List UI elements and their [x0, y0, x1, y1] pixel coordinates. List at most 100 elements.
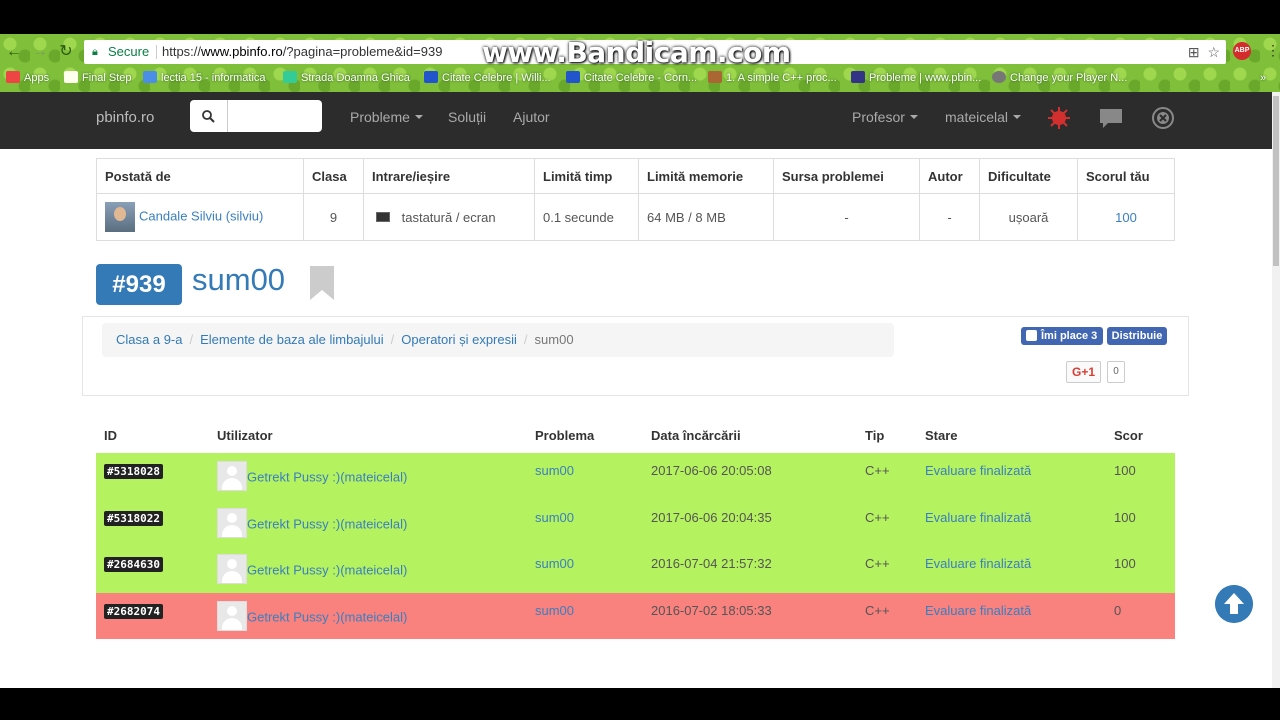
- problem-link[interactable]: sum00: [535, 510, 574, 525]
- bookmark-item[interactable]: lectia 15 - informatica: [143, 70, 266, 86]
- scrollbar-thumb[interactable]: [1273, 96, 1279, 266]
- secure-label: Secure: [108, 44, 150, 59]
- bookmarks-bar: Apps Final Step lectia 15 - informatica …: [0, 68, 1280, 88]
- bookmark-item[interactable]: Citate Celebre - Corn...: [566, 70, 697, 86]
- date-cell: 2016-07-04 21:57:32: [651, 556, 772, 571]
- scrollbar[interactable]: [1272, 92, 1280, 688]
- breadcrumb-link[interactable]: Elemente de baza ale limbajului: [200, 332, 384, 347]
- recording-watermark: www.Bandicam.com: [482, 36, 791, 69]
- user-cell: Getrekt Pussy :)(mateicelal): [209, 500, 527, 547]
- user-cell: Getrekt Pussy :)(mateicelal): [209, 453, 527, 500]
- id-cell: #5318028: [96, 453, 209, 500]
- difficulty-cell: ușoară: [979, 193, 1078, 241]
- nav-probleme[interactable]: Probleme: [350, 109, 423, 125]
- problem-link[interactable]: sum00: [535, 603, 574, 618]
- bookmark-item[interactable]: Final Step: [64, 70, 132, 86]
- bookmark-item[interactable]: 1. A simple C++ proc...: [708, 70, 837, 86]
- menu-icon[interactable]: ⋮: [1266, 42, 1280, 59]
- status-link[interactable]: Evaluare finalizată: [925, 556, 1031, 571]
- scroll-to-top-button[interactable]: [1215, 585, 1253, 623]
- problem-link[interactable]: sum00: [535, 463, 574, 478]
- table-row[interactable]: #5318028 Getrekt Pussy :)(mateicelal) su…: [96, 453, 1175, 500]
- table-row[interactable]: #2682074 Getrekt Pussy :)(mateicelal) su…: [96, 592, 1175, 639]
- header-cell: Problema: [535, 427, 595, 443]
- adblock-icon[interactable]: ABP: [1233, 42, 1251, 60]
- header-cell: ID: [104, 427, 117, 443]
- bookmark-icon[interactable]: [310, 266, 334, 300]
- google-plus-button[interactable]: G+1: [1066, 361, 1101, 383]
- problem-link[interactable]: sum00: [535, 556, 574, 571]
- status-link[interactable]: Evaluare finalizată: [925, 510, 1031, 525]
- problem-title: sum00: [192, 262, 286, 297]
- user-link[interactable]: Getrekt Pussy :)(mateicelal): [247, 563, 407, 578]
- submission-id-badge[interactable]: #5318028: [104, 464, 163, 479]
- bookmark-item[interactable]: Change your Player N...: [992, 70, 1127, 86]
- nav-ajutor[interactable]: Ajutor: [513, 109, 550, 125]
- chat-icon[interactable]: [1099, 106, 1123, 130]
- header-cell: Dificultate: [979, 158, 1078, 194]
- more-bookmarks-icon[interactable]: »: [1260, 70, 1266, 86]
- user-cell: Getrekt Pussy :)(mateicelal): [209, 546, 527, 593]
- map-icon: [283, 71, 297, 83]
- bookmark-item[interactable]: Strada Doamna Ghica: [283, 70, 410, 86]
- site-icon: [708, 71, 722, 83]
- translate-icon[interactable]: ⊞: [1188, 44, 1200, 60]
- bookmark-item[interactable]: Probleme | www.pbin...: [851, 70, 981, 86]
- forward-icon[interactable]: →: [30, 42, 50, 62]
- type-cell: C++: [865, 463, 890, 478]
- author-cell: -: [919, 193, 980, 241]
- user-link[interactable]: Getrekt Pussy :)(mateicelal): [247, 516, 407, 531]
- quote-icon: [566, 71, 580, 83]
- facebook-like-button[interactable]: Îmi place 3: [1021, 327, 1103, 345]
- clasa-cell: 9: [303, 193, 364, 241]
- user-link[interactable]: Getrekt Pussy :)(mateicelal): [247, 609, 407, 624]
- reload-icon[interactable]: ↻: [56, 42, 76, 62]
- apps-icon: [6, 71, 20, 83]
- close-circle-icon[interactable]: [1151, 106, 1175, 130]
- score-link[interactable]: 100: [1115, 210, 1137, 225]
- submission-id-badge[interactable]: #5318022: [104, 510, 163, 526]
- status-cell: Evaluare finalizată: [917, 453, 1106, 500]
- back-icon[interactable]: ←: [4, 42, 24, 62]
- table-row[interactable]: #2684630 Getrekt Pussy :)(mateicelal) su…: [96, 546, 1175, 593]
- header-cell: Clasa: [303, 158, 364, 194]
- star-icon[interactable]: ☆: [1207, 44, 1220, 60]
- nav-solutii[interactable]: Soluții: [448, 109, 486, 125]
- status-link[interactable]: Evaluare finalizată: [925, 463, 1031, 478]
- letterbox-bottom: [0, 688, 1280, 720]
- user-link[interactable]: Getrekt Pussy :)(mateicelal): [247, 470, 407, 485]
- breadcrumb-link[interactable]: Operatori și expresii: [401, 332, 517, 347]
- author-link[interactable]: Candale Silviu (silviu): [139, 208, 263, 223]
- keyboard-icon: [375, 211, 390, 222]
- avatar: [217, 554, 247, 584]
- problem-cell: sum00: [527, 546, 643, 593]
- status-link[interactable]: Evaluare finalizată: [925, 603, 1031, 618]
- header-cell: Sursa problemei: [773, 158, 920, 194]
- header-cell: Data încărcării: [651, 427, 741, 443]
- search-input[interactable]: [228, 100, 322, 132]
- problem-cell: sum00: [527, 453, 643, 500]
- problem-info-table: Postată de Clasa Intrare/ieșire Limită t…: [96, 158, 1175, 241]
- submission-id-badge[interactable]: #2684630: [104, 557, 163, 572]
- nav-profesor[interactable]: Profesor: [852, 109, 918, 125]
- bookmark-apps[interactable]: Apps: [6, 70, 49, 86]
- header-cell: Scor: [1114, 427, 1143, 443]
- virus-icon[interactable]: [1047, 106, 1071, 130]
- doc-icon: [143, 71, 157, 83]
- caret-down-icon: [414, 115, 423, 119]
- bookmark-item[interactable]: Citate Celebre | Willi...: [424, 70, 551, 86]
- brand-link[interactable]: pbinfo.ro: [96, 109, 154, 126]
- header-cell: Postată de: [96, 158, 304, 194]
- search-icon: [202, 110, 215, 123]
- header-cell: Intrare/ieșire: [363, 158, 535, 194]
- table-row[interactable]: #5318022 Getrekt Pussy :)(mateicelal) su…: [96, 499, 1175, 547]
- breadcrumb-panel: Clasa a 9-a / Elemente de baza ale limbaju…: [82, 316, 1189, 396]
- avatar: [217, 507, 247, 538]
- facebook-share-button[interactable]: Distribuie: [1107, 327, 1167, 345]
- submission-id-badge[interactable]: #2682074: [104, 603, 163, 619]
- breadcrumb-link[interactable]: Clasa a 9-a: [116, 332, 182, 347]
- search-button[interactable]: [190, 100, 228, 132]
- submissions-header-row: ID Utilizator Problema Data încărcării T…: [96, 417, 1175, 453]
- nav-user[interactable]: mateicelal: [945, 109, 1022, 125]
- score-cell: 100: [1114, 463, 1136, 478]
